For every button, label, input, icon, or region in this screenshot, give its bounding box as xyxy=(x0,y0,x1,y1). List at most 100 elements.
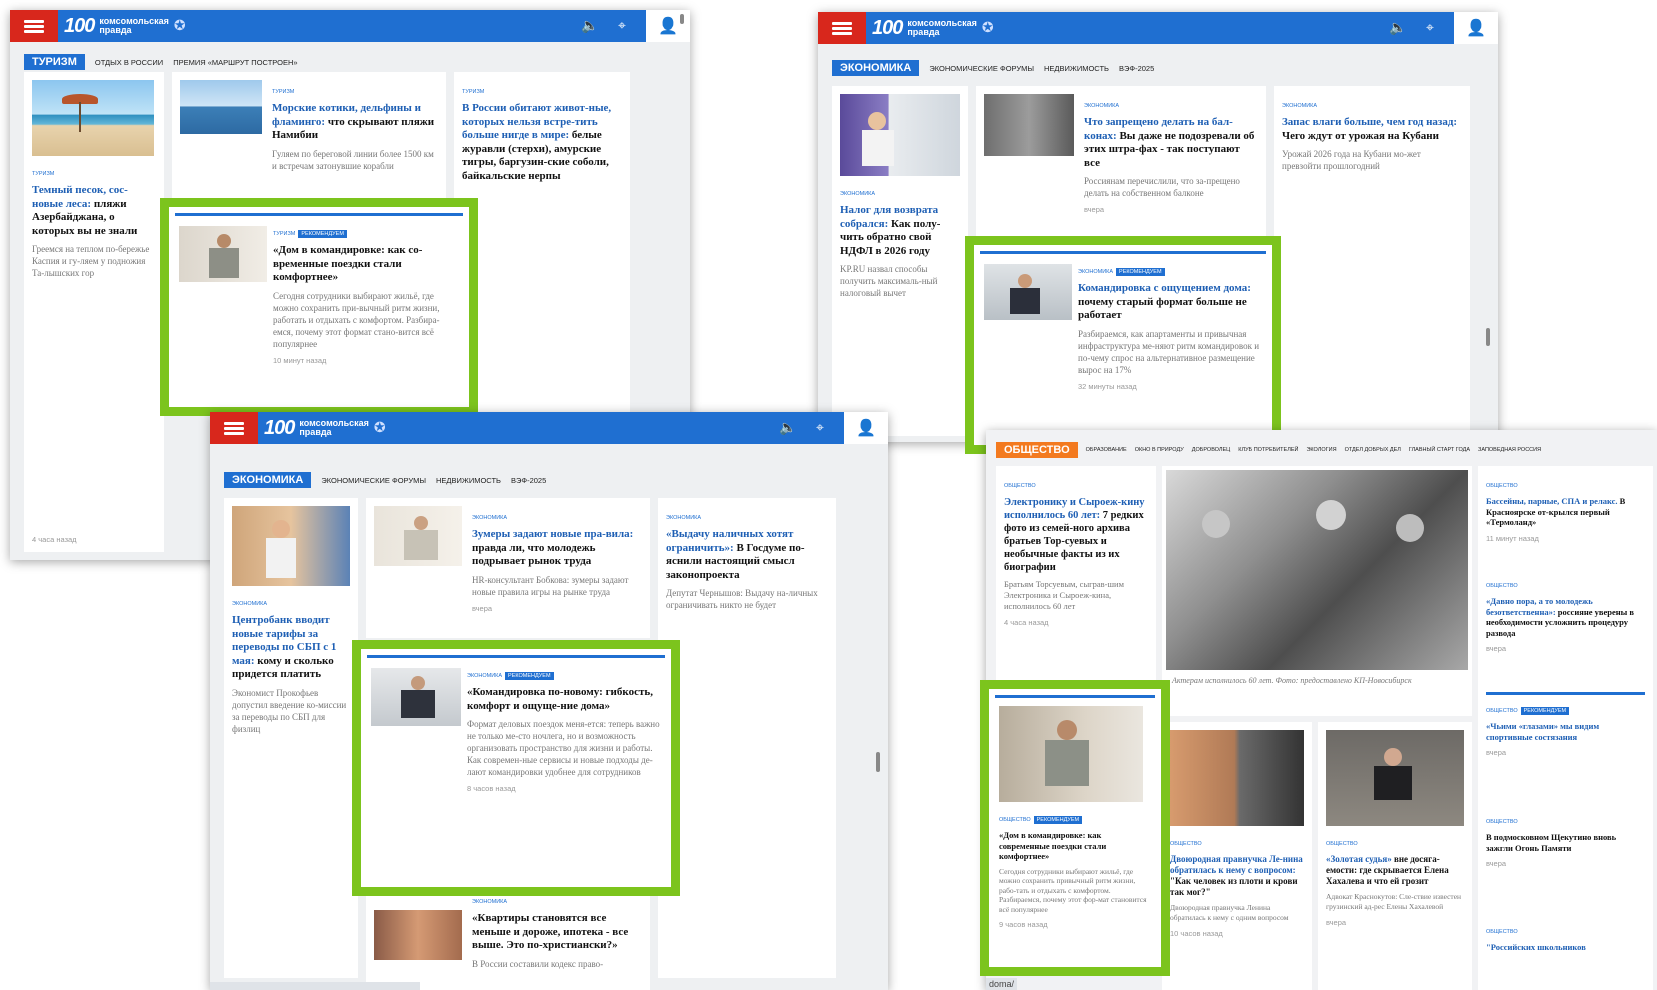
recommended-article-highlight[interactable]: ТУРИЗМ РЕКОМЕНДУЕМ «Дом в командировке: к… xyxy=(160,198,478,416)
subnav-item[interactable]: ДОБРОВОЛЕЦ xyxy=(1192,447,1231,453)
subnav-item[interactable]: ОКНО В ПРИРОДУ xyxy=(1135,447,1184,453)
article-title[interactable]: Зумеры задают новые пра-вила: правда ли,… xyxy=(472,528,642,569)
rubric-tag[interactable]: ТУРИЗМ xyxy=(462,89,484,95)
subnav-item[interactable]: ПРЕМИЯ «МАРШРУТ ПОСТРОЕН» xyxy=(173,58,297,67)
article-title[interactable]: «Золотая судья» вне досяга-емости: где с… xyxy=(1326,854,1464,887)
location-pin-icon[interactable]: ⌖ xyxy=(1420,18,1440,38)
article-title[interactable]: В России обитают живот-ные, которых нель… xyxy=(462,102,622,183)
speaker-icon[interactable]: 🔈 xyxy=(580,16,600,36)
article-title[interactable]: Запас влаги больше, чем год назад: Чего … xyxy=(1282,116,1462,143)
article-title[interactable]: "Российских школьников xyxy=(1486,942,1645,953)
news-card[interactable]: ЭКОНОМИКА Что запрещено делать на бал-ко… xyxy=(976,86,1266,246)
location-pin-icon[interactable]: ⌖ xyxy=(810,418,830,438)
subnav-item[interactable]: ЭКОНОМИЧЕСКИЕ ФОРУМЫ xyxy=(929,64,1034,73)
speaker-icon[interactable]: 🔈 xyxy=(778,418,798,438)
user-profile-icon[interactable]: 👤 xyxy=(1454,12,1498,44)
news-card[interactable]: ЭКОНОМИКА Запас влаги больше, чем год на… xyxy=(1274,86,1470,436)
subnav-item[interactable]: ОБРАЗОВАНИЕ xyxy=(1086,447,1127,453)
list-item[interactable]: ОБЩЕСТВО Бассейны, парные, СПА и релакс.… xyxy=(1486,474,1645,574)
rubric-tag[interactable]: ЭКОНОМИКА xyxy=(1282,103,1317,109)
news-card[interactable]: ЭКОНОМИКА «Выдачу наличных хотят огранич… xyxy=(658,498,836,978)
scrollbar[interactable] xyxy=(680,14,684,24)
recommended-article-highlight[interactable]: ЭКОНОМИКА РЕКОМЕНДУЕМ «Командировка по-но… xyxy=(352,640,680,896)
rubric-tag[interactable]: ТУРИЗМ xyxy=(32,171,54,177)
rubric-tag[interactable]: ОБЩЕСТВО xyxy=(1326,841,1358,847)
site-logo[interactable]: 100 Комсомольская правда ✪ xyxy=(64,14,186,38)
rubric-tag[interactable]: ОБЩЕСТВО xyxy=(1004,483,1036,489)
user-profile-icon[interactable]: 👤 xyxy=(844,412,888,444)
article-title[interactable]: В подмосковном Щекутино вновь зажгли Ого… xyxy=(1486,832,1645,853)
hamburger-menu-icon[interactable] xyxy=(818,12,866,44)
article-title[interactable]: Темный песок, сос-новые леса: пляжи Азер… xyxy=(32,184,156,238)
article-title[interactable]: Бассейны, парные, СПА и релакс. В Красно… xyxy=(1486,496,1645,528)
rubric-tag[interactable]: ЭКОНОМИКА xyxy=(472,515,507,521)
news-card[interactable]: ОБЩЕСТВО Электронику и Сыроеж-кину испол… xyxy=(996,466,1156,716)
article-title[interactable]: Морские котики, дельфины и фламинго: что… xyxy=(272,102,438,143)
subnav-item[interactable]: ЗАПОВЕДНАЯ РОССИЯ xyxy=(1478,447,1541,453)
speaker-icon[interactable]: 🔈 xyxy=(1388,18,1408,38)
rubric-tag[interactable]: ТУРИЗМ xyxy=(273,231,295,237)
rubric-tag[interactable]: ОБЩЕСТВО xyxy=(1486,819,1518,825)
news-card[interactable]: ТУРИЗМ Темный песок, сос-новые леса: пля… xyxy=(24,72,164,552)
section-title[interactable]: ОБЩЕСТВО xyxy=(996,442,1078,458)
article-title[interactable]: Центробанк вводит новые тарифы за перево… xyxy=(232,614,350,682)
rubric-tag[interactable]: ЭКОНОМИКА xyxy=(1078,269,1113,275)
subnav-item[interactable]: ВЭФ-2025 xyxy=(511,476,546,485)
news-card[interactable]: ЭКОНОМИКА Зумеры задают новые пра-вила: … xyxy=(366,498,650,638)
news-card[interactable]: ОБЩЕСТВО Двоюродная правнучка Ле-нина об… xyxy=(1162,722,1312,990)
article-title[interactable]: «Дом в командировке: как современные пое… xyxy=(999,830,1151,862)
news-card[interactable]: ЭКОНОМИКА «Квартиры становятся все меньш… xyxy=(366,882,650,990)
hamburger-menu-icon[interactable] xyxy=(210,412,258,444)
subnav-item[interactable]: НЕДВИЖИМОСТЬ xyxy=(1044,64,1109,73)
subnav-item[interactable]: КЛУБ ПОТРЕБИТЕЛЕЙ xyxy=(1238,447,1298,453)
article-title[interactable]: «Квартиры становятся все меньше и дороже… xyxy=(472,912,642,953)
rubric-tag[interactable]: ОБЩЕСТВО xyxy=(1486,583,1518,589)
news-card[interactable]: ОБЩЕСТВО «Золотая судья» вне досяга-емос… xyxy=(1318,722,1472,990)
hamburger-menu-icon[interactable] xyxy=(10,10,58,42)
rubric-tag[interactable]: ОБЩЕСТВО xyxy=(999,817,1031,823)
subnav-item[interactable]: ОТДЫХ В РОССИИ xyxy=(95,58,163,67)
rubric-tag[interactable]: ЭКОНОМИКА xyxy=(666,515,701,521)
rubric-tag[interactable]: ОБЩЕСТВО xyxy=(1170,841,1202,847)
rubric-tag[interactable]: ЭКОНОМИКА xyxy=(467,673,502,679)
site-logo[interactable]: 100 Комсомольская правда ✪ xyxy=(872,16,994,40)
subnav-item[interactable]: НЕДВИЖИМОСТЬ xyxy=(436,476,501,485)
article-title[interactable]: «Командировка по-новому: гибкость, комфо… xyxy=(467,686,661,713)
article-title[interactable]: Что запрещено делать на бал-конах: Вы да… xyxy=(1084,116,1258,170)
list-item[interactable]: ОБЩЕСТВО РЕКОМЕНДУЕМ «Чьими «глазами» мы … xyxy=(1486,692,1645,810)
section-title[interactable]: ТУРИЗМ xyxy=(24,54,85,70)
site-logo[interactable]: 100 Комсомольская правда ✪ xyxy=(264,416,386,440)
recommended-article-highlight[interactable]: ОБЩЕСТВО РЕКОМЕНДУЕМ «Дом в командировке:… xyxy=(980,680,1170,976)
article-title[interactable]: Электронику и Сыроеж-кину исполнилось 60… xyxy=(1004,496,1148,574)
rubric-tag[interactable]: ЭКОНОМИКА xyxy=(840,191,875,197)
subnav-item[interactable]: ЭКОЛОГИЯ xyxy=(1306,447,1336,453)
article-title[interactable]: «Давно пора, а то молодежь безответствен… xyxy=(1486,596,1645,638)
recommended-article-highlight[interactable]: ЭКОНОМИКА РЕКОМЕНДУЕМ Командировка с ощущ… xyxy=(965,236,1281,454)
rubric-tag[interactable]: ЭКОНОМИКА xyxy=(232,601,267,607)
article-title[interactable]: «Чьими «глазами» мы видим спортивные сос… xyxy=(1486,721,1645,742)
section-title[interactable]: ЭКОНОМИКА xyxy=(832,60,920,76)
subnav-item[interactable]: ВЭФ-2025 xyxy=(1119,64,1154,73)
subnav-item[interactable]: ЭКОНОМИЧЕСКИЕ ФОРУМЫ xyxy=(321,476,426,485)
list-item[interactable]: ОБЩЕСТВО "Российских школьников xyxy=(1486,920,1645,953)
article-title[interactable]: Командировка с ощущением дома: почему ст… xyxy=(1078,282,1262,323)
article-title[interactable]: «Дом в командировке: как со-временные по… xyxy=(273,244,459,285)
rubric-tag[interactable]: ОБЩЕСТВО xyxy=(1486,483,1518,489)
news-card[interactable]: ЭКОНОМИКА Налог для возврата собрался: К… xyxy=(832,86,968,436)
rubric-tag[interactable]: ОБЩЕСТВО xyxy=(1486,929,1518,935)
list-item[interactable]: ОБЩЕСТВО В подмосковном Щекутино вновь з… xyxy=(1486,810,1645,920)
article-title[interactable]: Двоюродная правнучка Ле-нина обратилась … xyxy=(1170,854,1304,898)
article-title[interactable]: «Выдачу наличных хотят ограничить»: В Го… xyxy=(666,528,828,582)
scrollbar[interactable] xyxy=(1486,328,1490,346)
list-item[interactable]: ОБЩЕСТВО «Давно пора, а то молодежь безо… xyxy=(1486,574,1645,692)
scrollbar[interactable] xyxy=(876,752,880,772)
rubric-tag[interactable]: ЭКОНОМИКА xyxy=(472,899,507,905)
rubric-tag[interactable]: ОБЩЕСТВО xyxy=(1486,708,1518,714)
section-title[interactable]: ЭКОНОМИКА xyxy=(224,472,312,488)
subnav-item[interactable]: ГЛАВНЫЙ СТАРТ ГОДА xyxy=(1409,447,1470,453)
photo-card[interactable]: Актерам исполнилось 60 лет. Фото: предос… xyxy=(1162,466,1472,716)
rubric-tag[interactable]: ТУРИЗМ xyxy=(272,89,294,95)
article-title[interactable]: Налог для возврата собрался: Как полу-чи… xyxy=(840,204,960,258)
subnav-item[interactable]: ОТДЕЛ ДОБРЫХ ДЕЛ xyxy=(1345,447,1401,453)
rubric-tag[interactable]: ЭКОНОМИКА xyxy=(1084,103,1119,109)
